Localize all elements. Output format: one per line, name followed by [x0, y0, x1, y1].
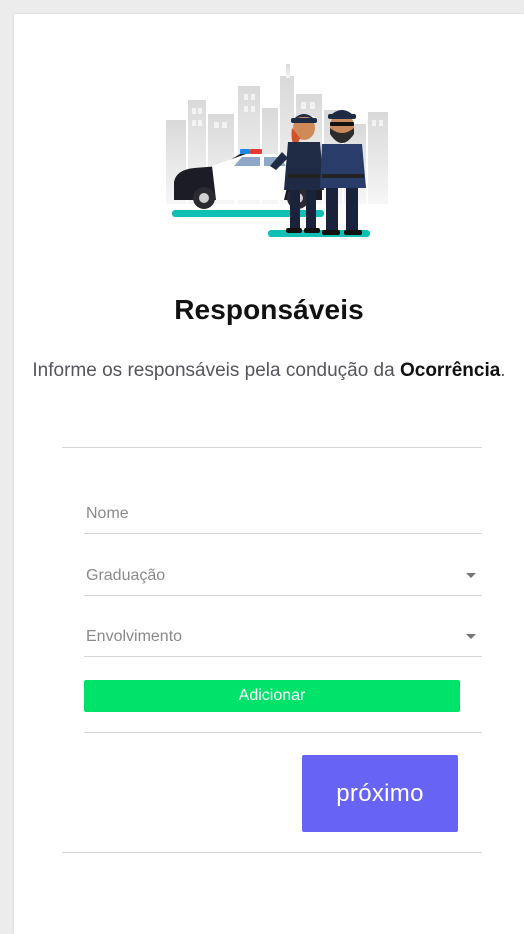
nome-underline	[84, 533, 482, 534]
dropdown-arrow-icon[interactable]	[466, 573, 476, 578]
top-divider	[62, 447, 482, 448]
graduacao-select[interactable]: Graduação	[84, 540, 482, 596]
police-illustration-icon	[166, 64, 388, 237]
envolvimento-label: Envolvimento	[86, 628, 183, 645]
graduacao-label: Graduação	[86, 567, 166, 584]
dropdown-arrow-icon[interactable]	[466, 634, 476, 639]
bottom-divider	[62, 852, 482, 853]
responsaveis-card: Responsáveis Informe os responsáveis pel…	[14, 14, 524, 934]
subtitle-suffix: .	[500, 360, 506, 381]
subtitle-text: Informe os responsáveis pela condução da	[32, 360, 400, 381]
graduacao-underline	[84, 595, 482, 596]
add-button[interactable]: Adicionar	[84, 680, 460, 712]
nome-label: Nome	[86, 505, 129, 522]
envolvimento-select[interactable]: Envolvimento	[84, 601, 482, 657]
nome-field[interactable]: Nome	[84, 478, 482, 534]
envolvimento-underline	[84, 656, 482, 657]
subtitle-highlight: Ocorrência	[399, 360, 501, 381]
page-subtitle: Informe os responsáveis pela condução da…	[14, 354, 524, 387]
page-title: Responsáveis	[174, 294, 364, 325]
next-button[interactable]: próximo	[302, 755, 458, 832]
form-divider	[84, 732, 482, 733]
